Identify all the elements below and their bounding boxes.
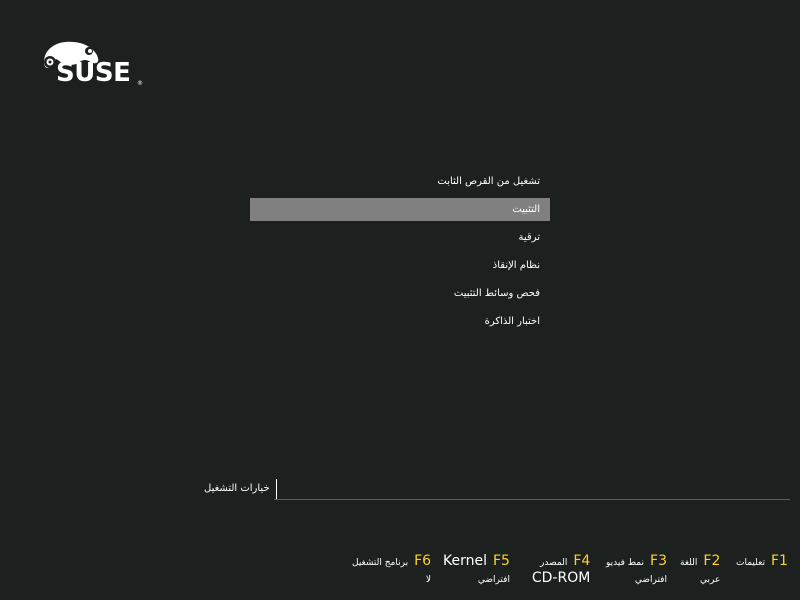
fkey-f5[interactable]: Kernel F5 افتراضي: [443, 553, 510, 593]
menu-item-memory-test[interactable]: اختبار الذاكرة: [250, 310, 550, 333]
fkey-f1-key: F1: [770, 553, 788, 569]
fkey-f3-value: افتراضي: [634, 575, 667, 585]
fkey-f1[interactable]: تعليمات F1: [736, 553, 788, 593]
fkey-f6-desc: برنامج التشغيل: [352, 558, 409, 568]
fkey-f6-value: لا: [425, 575, 432, 585]
fkey-f3-key: F3: [650, 553, 667, 569]
fkey-f3-desc: نمط فيديو: [606, 558, 645, 568]
boot-options-input[interactable]: [274, 478, 790, 500]
registered-mark: ®: [137, 80, 143, 87]
boot-menu: تشغيل من القرص الثابت التثبيت ترقية نظام…: [250, 170, 550, 338]
suse-logo: SUSE ®: [40, 38, 150, 90]
fkey-f5-key: F5: [492, 553, 510, 569]
suse-wordmark: SUSE: [56, 58, 131, 88]
fkey-f4-value: CD-ROM: [531, 570, 591, 586]
boot-options-label: خيارات التشغيل: [204, 483, 270, 494]
menu-item-rescue-system[interactable]: نظام الإنقاذ: [250, 254, 550, 277]
fkey-f2[interactable]: اللغة F2 عربي: [680, 553, 720, 593]
fkey-f5-value: افتراضي: [477, 575, 510, 585]
menu-item-installation[interactable]: التثبيت: [250, 198, 550, 221]
fkey-f5-desc: Kernel: [443, 553, 487, 569]
text-cursor: [276, 479, 277, 499]
fkey-f4-key: F4: [573, 553, 591, 569]
boot-screen: SUSE ® تشغيل من القرص الثابت التثبيت ترق…: [0, 0, 800, 600]
fkey-f1-desc: تعليمات: [736, 558, 765, 568]
fkey-f2-value: عربي: [700, 575, 721, 585]
fkey-f3[interactable]: نمط فيديو F3 افتراضي: [606, 553, 667, 593]
fkey-f6[interactable]: برنامج التشغيل F6 لا: [352, 553, 431, 593]
menu-item-upgrade[interactable]: ترقية: [250, 226, 550, 249]
fkey-f2-desc: اللغة: [680, 558, 698, 568]
menu-item-boot-hard-disk[interactable]: تشغيل من القرص الثابت: [250, 170, 550, 193]
fkey-f4[interactable]: المصدر F4 CD-ROM: [532, 553, 591, 593]
fkey-f2-key: F2: [703, 553, 721, 569]
menu-item-check-media[interactable]: فحص وسائط التثبيت: [250, 282, 550, 305]
boot-options: خيارات التشغيل: [204, 478, 790, 502]
fkey-f4-desc: المصدر: [540, 558, 568, 568]
fkey-f6-key: F6: [414, 553, 432, 569]
